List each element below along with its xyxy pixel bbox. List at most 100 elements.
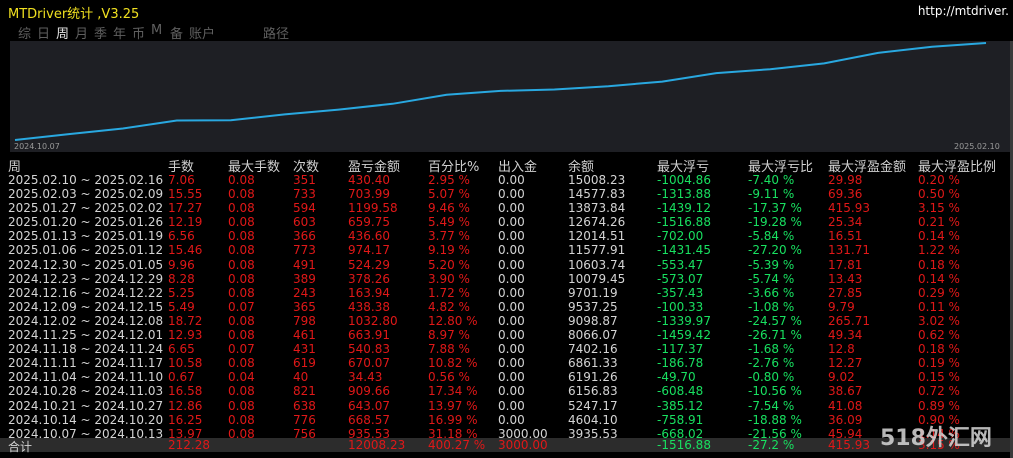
cell-max-float-loss-pct: -1.68 % bbox=[748, 342, 795, 357]
cell-percent: 9.46 % bbox=[428, 201, 470, 216]
cell-pnl: 1199.58 bbox=[348, 201, 398, 216]
cell-deposit: 0.00 bbox=[498, 243, 525, 258]
period-tabs: 综 日 周 月 季 年 币 M 备 账户 路径 bbox=[18, 23, 303, 42]
cell-balance: 13873.84 bbox=[568, 201, 626, 216]
cell-balance: 9537.25 bbox=[568, 299, 618, 314]
cell-max-float-loss-pct: -5.84 % bbox=[748, 229, 795, 244]
cell-period: 2024.12.23 ~ 2024.12.29 bbox=[8, 271, 164, 286]
cell-max-float-loss-pct: -2.76 % bbox=[748, 356, 795, 371]
table-row: 2024.11.18 ~ 2024.11.24 6.65 0.07 431 540.83… bbox=[0, 342, 1010, 356]
cell-deposit: 0.00 bbox=[498, 313, 525, 328]
cell-deposit: 0.00 bbox=[498, 257, 525, 272]
total-pnl: 12008.23 bbox=[348, 438, 406, 452]
cell-lots: 9.96 bbox=[168, 257, 195, 272]
col-lots: 手数 bbox=[168, 160, 195, 175]
tab-summary[interactable]: 综 bbox=[18, 23, 37, 42]
cell-count: 619 bbox=[293, 356, 316, 371]
cell-balance: 4604.10 bbox=[568, 412, 618, 427]
cell-count: 366 bbox=[293, 229, 316, 244]
col-period: 周 bbox=[8, 160, 22, 175]
cell-max-float-profit: 9.02 bbox=[828, 370, 855, 385]
cell-max-float-profit-pct: 0.18 % bbox=[918, 257, 960, 272]
cell-max-lots: 0.08 bbox=[228, 356, 255, 371]
cell-max-lots: 0.08 bbox=[228, 271, 255, 286]
cell-balance: 10079.45 bbox=[568, 271, 626, 286]
cell-max-float-profit: 17.81 bbox=[828, 257, 863, 272]
cell-deposit: 0.00 bbox=[498, 285, 525, 300]
tab-weekly[interactable]: 周 bbox=[56, 23, 75, 42]
cell-balance: 6191.26 bbox=[568, 370, 618, 385]
cell-period: 2024.10.14 ~ 2024.10.20 bbox=[8, 412, 164, 427]
tab-magic[interactable]: M bbox=[151, 23, 170, 41]
cell-max-float-loss: -117.37 bbox=[657, 342, 704, 357]
cell-pnl: 430.40 bbox=[348, 173, 390, 187]
cell-pnl: 643.07 bbox=[348, 398, 390, 413]
total-row: 合计 212.28 12008.23 400.27 % 3000.00 -151… bbox=[0, 438, 1010, 454]
col-max-float-loss: 最大浮亏 bbox=[657, 160, 710, 175]
cell-percent: 7.88 % bbox=[428, 342, 470, 357]
cell-max-float-profit-pct: 1.22 % bbox=[918, 243, 960, 258]
cell-pnl: 378.26 bbox=[348, 271, 390, 286]
cell-max-float-loss-pct: -1.08 % bbox=[748, 299, 795, 314]
cell-max-float-loss: -1459.42 bbox=[657, 328, 711, 343]
cell-percent: 1.72 % bbox=[428, 285, 470, 300]
cell-max-lots: 0.08 bbox=[228, 257, 255, 272]
col-deposit: 出入金 bbox=[498, 160, 538, 175]
col-max-float-profit-pct: 最大浮盈比例 bbox=[918, 160, 997, 175]
table-row: 2024.11.25 ~ 2024.12.01 12.93 0.08 461 663.9… bbox=[0, 328, 1010, 342]
cell-pnl: 540.83 bbox=[348, 342, 390, 357]
cell-max-lots: 0.04 bbox=[228, 370, 255, 385]
cell-max-float-profit-pct: 0.20 % bbox=[918, 173, 960, 187]
table-row: 2024.10.21 ~ 2024.10.27 12.86 0.08 638 643.0… bbox=[0, 399, 1010, 413]
tab-account[interactable]: 账户 bbox=[189, 23, 229, 42]
cell-period: 2025.01.06 ~ 2025.01.12 bbox=[8, 243, 164, 258]
tab-quarterly[interactable]: 季 bbox=[94, 23, 113, 42]
cell-percent: 5.20 % bbox=[428, 257, 470, 272]
cell-max-lots: 0.07 bbox=[228, 342, 255, 357]
tab-monthly[interactable]: 月 bbox=[75, 23, 94, 42]
cell-max-float-loss: -1313.88 bbox=[657, 187, 711, 202]
website-link[interactable]: http://mtdriver. bbox=[918, 4, 1009, 18]
cell-deposit: 0.00 bbox=[498, 342, 525, 357]
cell-max-lots: 0.08 bbox=[228, 229, 255, 244]
balance-chart-svg bbox=[14, 42, 987, 141]
tab-currency[interactable]: 币 bbox=[132, 23, 151, 42]
tab-notes[interactable]: 备 bbox=[170, 23, 189, 42]
table-row: 2024.10.14 ~ 2024.10.20 16.25 0.08 776 668.5… bbox=[0, 413, 1010, 427]
app-title: MTDriver统计 ,V3.25 bbox=[8, 7, 140, 22]
tab-daily[interactable]: 日 bbox=[37, 23, 56, 42]
cell-balance: 6156.83 bbox=[568, 384, 618, 399]
table-row: 2024.12.02 ~ 2024.12.08 18.72 0.08 798 1032.… bbox=[0, 314, 1010, 328]
cell-count: 733 bbox=[293, 187, 316, 202]
cell-lots: 0.67 bbox=[168, 370, 195, 385]
cell-period: 2024.11.25 ~ 2024.12.01 bbox=[8, 328, 164, 343]
cell-max-float-loss-pct: -24.57 % bbox=[748, 313, 802, 328]
cell-max-float-loss: -1516.88 bbox=[657, 215, 711, 230]
cell-percent: 3.90 % bbox=[428, 271, 470, 286]
cell-max-float-profit-pct: 3.15 % bbox=[918, 201, 960, 216]
cell-percent: 5.07 % bbox=[428, 187, 470, 202]
cell-percent: 4.82 % bbox=[428, 299, 470, 314]
cell-percent: 0.56 % bbox=[428, 370, 470, 385]
cell-max-float-profit-pct: 0.11 % bbox=[918, 299, 960, 314]
tab-yearly[interactable]: 年 bbox=[113, 23, 132, 42]
cell-balance: 8066.07 bbox=[568, 328, 618, 343]
total-deposit: 3000.00 bbox=[498, 438, 548, 452]
cell-deposit: 0.00 bbox=[498, 412, 525, 427]
cell-max-float-loss-pct: -5.74 % bbox=[748, 271, 795, 286]
cell-max-float-profit: 27.85 bbox=[828, 285, 863, 300]
tab-path[interactable]: 路径 bbox=[263, 23, 303, 42]
cell-deposit: 0.00 bbox=[498, 370, 525, 385]
cell-lots: 7.06 bbox=[168, 173, 195, 187]
table-row: 2024.10.28 ~ 2024.11.03 16.58 0.08 821 909.6… bbox=[0, 384, 1010, 398]
cell-max-float-profit: 13.43 bbox=[828, 271, 863, 286]
table-row: 2024.11.04 ~ 2024.11.10 0.67 0.04 40 34.43 0.… bbox=[0, 370, 1010, 384]
table-row: 2024.12.09 ~ 2024.12.15 5.49 0.07 365 438.38… bbox=[0, 300, 1010, 314]
cell-max-float-loss: -553.47 bbox=[657, 257, 704, 272]
cell-max-float-loss: -1431.45 bbox=[657, 243, 711, 258]
balance-chart: 2024.10.07 2025.02.10 bbox=[10, 41, 1010, 152]
col-max-lots: 最大手数 bbox=[228, 160, 281, 175]
cell-max-lots: 0.08 bbox=[228, 313, 255, 328]
x-axis-start-label: 2024.10.07 bbox=[14, 142, 60, 151]
cell-count: 798 bbox=[293, 313, 316, 328]
